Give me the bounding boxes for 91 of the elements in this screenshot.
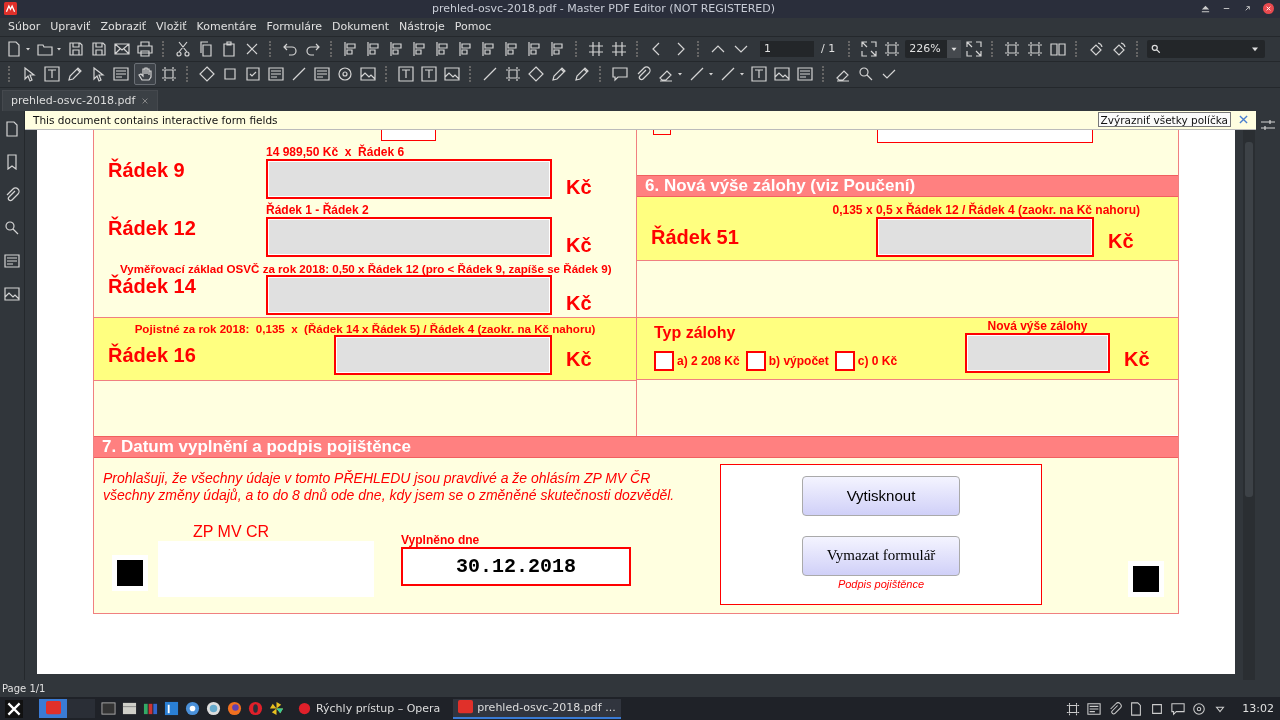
formula-text: Vyměřovací základ OSVČ za rok 2018: 0,50 x Řádek 12 (pro < Řádek 9, zapíše se Řádek 9): [120, 261, 613, 275]
terminal-icon[interactable]: [101, 701, 116, 716]
menu-item[interactable]: Komentáre: [191, 20, 262, 34]
print-icon[interactable]: [135, 38, 155, 59]
expand-icon[interactable]: [859, 38, 880, 59]
hand-icon[interactable]: [134, 63, 156, 86]
info-message: This document contains interactive form fields: [33, 113, 279, 126]
formula-text: 14 989,50 Kč x Řádek 6: [266, 144, 406, 159]
text-box-icon[interactable]: [42, 64, 62, 85]
text-box-icon[interactable]: [419, 64, 439, 85]
input-field[interactable]: [876, 216, 1094, 257]
option-label: b) výpočet: [768, 353, 829, 368]
taskbar-window-button[interactable]: Rýchly prístup – Opera: [292, 698, 446, 719]
checkbox[interactable]: [834, 350, 855, 371]
eject-icon[interactable]: [1200, 3, 1211, 15]
form-field[interactable]: [381, 129, 436, 141]
app-logo-icon: [458, 700, 474, 715]
input-field[interactable]: [266, 274, 552, 315]
text-box-icon[interactable]: [396, 64, 416, 85]
page-status: Page 1/1: [2, 683, 46, 695]
currency-label: Kč: [565, 347, 593, 372]
input-field[interactable]: [965, 332, 1110, 373]
editor-icon[interactable]: [164, 701, 179, 716]
clear-form-button[interactable]: Vymazat formulář: [802, 535, 960, 576]
search-icon: [1151, 43, 1162, 54]
formula-text: Řádek 1 - Řádek 2: [266, 202, 370, 217]
highlight-fields-button[interactable]: Zvýrazniť všetky políčka: [1097, 112, 1231, 128]
field-label: Nová výše zálohy: [987, 318, 1088, 333]
formula-text: 0,135 x 0,5 x Řádek 12 / Řádek 4 (zaokr. na Kč nahoru): [831, 202, 1141, 217]
document-tab[interactable]: prehled-osvc-2018.pdf: [2, 89, 159, 111]
menu-item[interactable]: Vložiť: [151, 20, 192, 34]
zoom-dropdown[interactable]: 226%: [905, 39, 962, 58]
menu-item[interactable]: Nástroje: [394, 20, 450, 34]
currency-label: Kč: [1107, 229, 1135, 254]
option-label: c) 0 Kč: [857, 353, 898, 368]
menu-item[interactable]: Pomoc: [449, 20, 497, 34]
declaration-text: Prohlašuji, že všechny údaje v tomto PŘEHLEDU jsou pravdivé a že ohlásím ZP MV ČR všechny změny údajů, a to do 8 dnů ode dne, kdy jsem se o změněné skutečnosti dozvěděl.: [103, 469, 676, 504]
row-label: Řádek 51: [650, 226, 740, 250]
browser-icon[interactable]: [185, 701, 200, 716]
text-box-icon[interactable]: [749, 64, 769, 85]
row-label: Řádek 14: [107, 274, 197, 298]
firefox-icon[interactable]: [227, 701, 242, 716]
menu-item[interactable]: Formuláre: [261, 20, 327, 34]
app-logo-icon: [4, 2, 17, 16]
group-title: Typ zálohy: [654, 323, 737, 342]
input-field[interactable]: [266, 158, 552, 199]
page-number-field[interactable]: 1: [760, 40, 814, 57]
caret-icon: [947, 39, 962, 58]
pinwheel-icon[interactable]: [269, 701, 284, 716]
window-title: prehled-osvc-2018.pdf - Master PDF Editor (NOT REGISTERED): [430, 2, 777, 16]
expand-icon[interactable]: [964, 38, 985, 59]
app-logo-icon: [45, 701, 61, 716]
corner-mark: [112, 554, 148, 591]
checkbox[interactable]: [653, 129, 671, 135]
currency-label: Kč: [565, 175, 593, 199]
checkbox[interactable]: [745, 350, 766, 371]
file-manager-icon[interactable]: [122, 701, 137, 716]
clock: 13:02: [1242, 702, 1274, 715]
opera-icon: [297, 701, 312, 716]
corner-mark: [1128, 560, 1164, 597]
signature-label: Podpis pojištěnce: [837, 577, 925, 590]
menu-item[interactable]: Dokument: [327, 20, 394, 34]
section-title: 7. Datum vyplnění a podpis pojištěnce: [102, 436, 411, 457]
input-field[interactable]: [266, 216, 552, 257]
opera-icon[interactable]: [248, 701, 263, 716]
start-menu-icon[interactable]: [5, 699, 23, 718]
checkbox[interactable]: [654, 350, 674, 371]
currency-label: Kč: [1123, 347, 1150, 372]
row-label: Řádek 12: [107, 216, 197, 240]
print-button[interactable]: Vytisknout: [802, 475, 960, 516]
section-title: 6. Nová výše zálohy (viz Poučení): [645, 175, 916, 196]
date-field[interactable]: 30.12.2018: [401, 546, 631, 586]
menu-item[interactable]: Súbor: [3, 20, 46, 34]
row-label: Řádek 16: [107, 344, 197, 368]
currency-label: Kč: [565, 233, 593, 257]
stamp-text: ZP MV CR: [193, 522, 271, 541]
field-label: Vyplněno dne: [401, 532, 481, 547]
scrollbar[interactable]: [1243, 129, 1255, 681]
archive-icon[interactable]: [143, 701, 158, 716]
close-icon[interactable]: [1263, 3, 1274, 15]
search-field[interactable]: [1147, 39, 1266, 58]
input-field[interactable]: [334, 334, 552, 375]
page-count: / 1: [821, 42, 836, 56]
currency-label: Kč: [565, 291, 593, 315]
menu-item[interactable]: Zobraziť: [95, 20, 152, 34]
formula-text: Pojistné za rok 2018: 0,135 x (Řádek 14 x Řádek 5) / Řádek 4 (zaokr. na Kč nahoru): [133, 321, 597, 335]
row-label: Řádek 9: [107, 158, 186, 182]
globe-icon[interactable]: [206, 701, 221, 716]
taskbar-window-button[interactable]: prehled-osvc-2018.pdf ...: [453, 698, 621, 719]
option-label: a) 2 208 Kč: [677, 353, 740, 368]
menu-item[interactable]: Upraviť: [45, 20, 96, 34]
